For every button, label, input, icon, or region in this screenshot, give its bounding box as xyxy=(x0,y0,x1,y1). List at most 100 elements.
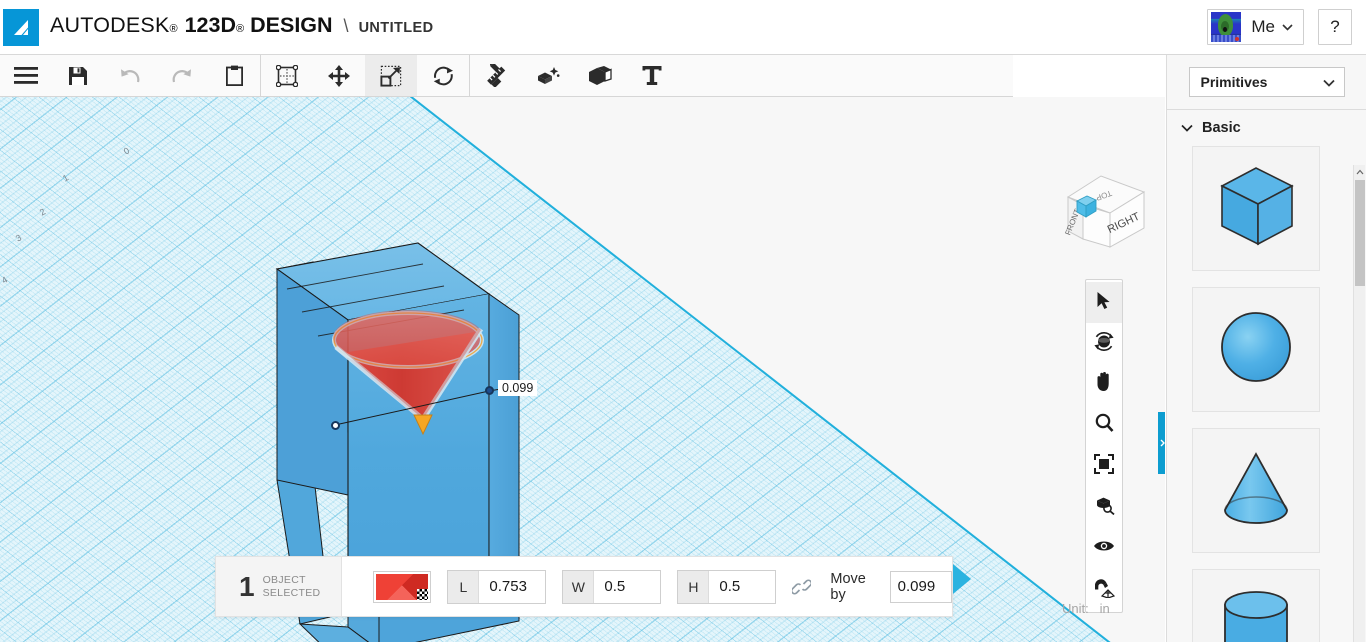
paste-button[interactable] xyxy=(208,55,260,96)
snap-grid-icon xyxy=(1093,577,1116,603)
move-arrows-icon xyxy=(328,64,350,87)
scrollbar-thumb[interactable] xyxy=(1355,180,1365,286)
category-select[interactable]: Primitives xyxy=(1188,67,1345,97)
height-field[interactable]: H 0.5 xyxy=(677,569,777,604)
brand-separator: \ xyxy=(343,16,349,36)
brand-design: DESIGN xyxy=(250,13,333,37)
fit-to-screen-icon xyxy=(1094,454,1114,479)
selection-status-bar: 1 OBJECT SELECTED L 0.753 W 0.5 H 0.5 Mo… xyxy=(215,556,953,617)
orbit-icon xyxy=(1093,331,1115,357)
chevron-down-icon xyxy=(1322,74,1335,90)
two-cubes-icon xyxy=(588,65,612,86)
chevron-down-icon xyxy=(1181,119,1193,137)
fit-tool[interactable] xyxy=(1086,446,1122,487)
rotate-circle-icon xyxy=(432,65,455,87)
zoom-object-tool[interactable] xyxy=(1086,487,1122,528)
floppy-save-icon xyxy=(68,66,88,86)
cursor-arrow-icon xyxy=(1096,291,1112,315)
unit-label: Unit: xyxy=(1062,601,1089,616)
brand-autodesk-trademark: ® xyxy=(169,23,178,35)
menu-button[interactable] xyxy=(0,55,52,96)
hand-pan-icon xyxy=(1095,372,1114,397)
account-label: Me xyxy=(1251,17,1275,36)
panel-scrollbar[interactable] xyxy=(1353,165,1365,642)
pencil-ruler-icon xyxy=(484,64,508,87)
scale-resize-icon xyxy=(380,65,402,87)
width-field[interactable]: W 0.5 xyxy=(562,569,662,604)
primitive-cone[interactable] xyxy=(1192,428,1320,553)
help-button[interactable]: ? xyxy=(1318,9,1352,45)
hamburger-menu-icon xyxy=(14,67,38,84)
transform-box-icon xyxy=(276,64,298,87)
undo-button[interactable] xyxy=(104,55,156,96)
unit-value: in xyxy=(1099,601,1110,616)
rotate-button[interactable] xyxy=(417,55,469,96)
selection-label-line1: OBJECT xyxy=(262,573,306,586)
height-field-key: H xyxy=(678,570,710,603)
select-tool[interactable] xyxy=(1086,282,1122,323)
sphere-3d-icon xyxy=(1208,299,1304,400)
red-material-swatch[interactable] xyxy=(372,570,432,603)
width-field-value[interactable]: 0.5 xyxy=(594,571,660,603)
zoom-tool[interactable] xyxy=(1086,405,1122,446)
move-handle-end[interactable] xyxy=(485,386,494,395)
pan-tool[interactable] xyxy=(1086,364,1122,405)
text-t-icon xyxy=(642,65,662,86)
unit-display: Unit: in xyxy=(1062,601,1110,616)
width-field-key: W xyxy=(563,570,595,603)
primitives-button[interactable] xyxy=(522,55,574,96)
clipboard-paste-icon xyxy=(225,65,243,86)
primitive-cylinder[interactable] xyxy=(1192,569,1320,642)
selection-label-line2: SELECTED xyxy=(262,586,321,599)
box-3d-icon xyxy=(1208,158,1304,259)
document-name[interactable]: UNTITLED xyxy=(359,20,434,36)
move-handle-origin[interactable] xyxy=(331,421,340,430)
brand-123d-trademark: ® xyxy=(236,23,245,35)
section-basic-title: Basic xyxy=(1202,120,1241,136)
visibility-tool[interactable] xyxy=(1086,528,1122,569)
redo-button[interactable] xyxy=(156,55,208,96)
primitive-sphere[interactable] xyxy=(1192,287,1320,412)
length-field[interactable]: L 0.753 xyxy=(447,569,547,604)
eye-icon xyxy=(1093,539,1115,558)
combine-button[interactable] xyxy=(574,55,626,96)
category-select-label: Primitives xyxy=(1200,74,1268,90)
app-header: AUTODESK ® 123D ® DESIGN \ UNTITLED Me ? xyxy=(0,0,1366,55)
selection-label: OBJECT SELECTED xyxy=(263,574,321,600)
zoom-object-icon xyxy=(1094,495,1115,520)
navigation-toolbar xyxy=(1085,279,1123,613)
play-arrow-icon[interactable] xyxy=(951,562,973,601)
cone-3d-icon xyxy=(1208,440,1304,541)
view-cube[interactable]: RIGHT FRONT TOP xyxy=(1063,171,1149,253)
move-button[interactable] xyxy=(313,55,365,96)
dimension-label[interactable]: 0.099 xyxy=(498,380,538,396)
length-field-key: L xyxy=(448,570,480,603)
transform-button[interactable] xyxy=(261,55,313,96)
chevron-up-icon[interactable] xyxy=(1354,165,1366,178)
scale-button[interactable] xyxy=(365,55,417,96)
save-button[interactable] xyxy=(52,55,104,96)
redo-arrow-icon xyxy=(171,67,193,85)
brand-123d: 123D xyxy=(184,13,236,37)
chain-link-icon[interactable] xyxy=(792,578,812,595)
autodesk-logo-icon[interactable] xyxy=(3,9,39,46)
primitive-thumbnail-list xyxy=(1167,146,1353,642)
primitive-box[interactable] xyxy=(1192,146,1320,271)
move-by-field[interactable]: 0.099 xyxy=(889,570,952,603)
move-by-label: Move by xyxy=(830,570,866,603)
text-button[interactable] xyxy=(626,55,678,96)
height-field-value[interactable]: 0.5 xyxy=(709,571,775,603)
length-field-value[interactable]: 0.753 xyxy=(479,571,545,603)
orbit-tool[interactable] xyxy=(1086,323,1122,364)
selection-count-group: 1 OBJECT SELECTED xyxy=(216,557,342,616)
account-menu[interactable]: Me xyxy=(1207,9,1304,45)
cube-sparkle-icon xyxy=(536,65,560,87)
section-basic-header[interactable]: Basic xyxy=(1167,110,1366,146)
collapse-panel-chevron-icon[interactable] xyxy=(1158,412,1165,474)
brand-title: AUTODESK ® 123D ® DESIGN \ UNTITLED xyxy=(50,13,433,38)
user-avatar-icon xyxy=(1211,12,1242,42)
primitives-panel: Primitives Basic xyxy=(1166,55,1366,642)
selection-count: 1 xyxy=(239,570,255,602)
cylinder-3d-icon xyxy=(1208,581,1304,642)
sketch-button[interactable] xyxy=(470,55,522,96)
